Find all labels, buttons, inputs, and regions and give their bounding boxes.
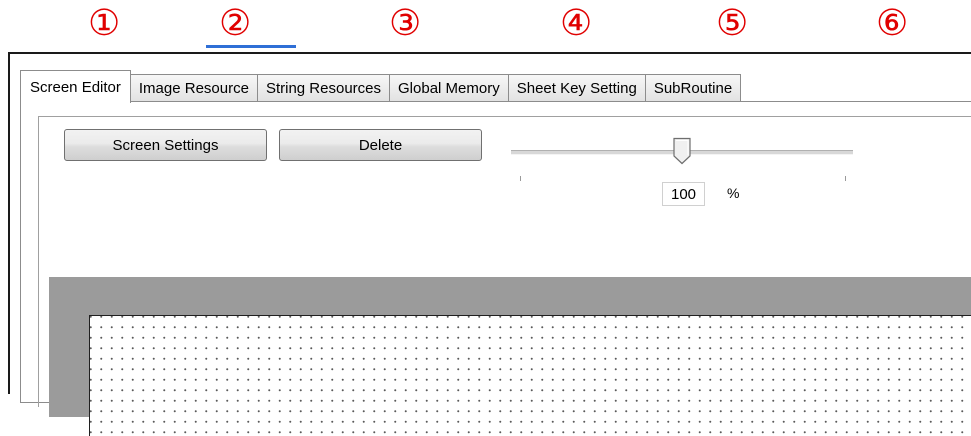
callout-5: ⑤ <box>716 3 749 44</box>
zoom-slider-tick-max <box>845 176 846 181</box>
zoom-slider-thumb[interactable] <box>672 137 692 165</box>
callout-1: ① <box>88 3 121 44</box>
callout-6: ⑥ <box>876 3 909 44</box>
zoom-unit-label: % <box>727 185 740 201</box>
tab-strip: Screen Editor Image Resource String Reso… <box>20 70 742 103</box>
tab-subroutine[interactable]: SubRoutine <box>645 74 742 102</box>
zoom-slider-tick-min <box>520 176 521 181</box>
tab-sheet-key-setting[interactable]: Sheet Key Setting <box>508 74 646 102</box>
selection-highlight-mark <box>206 45 296 48</box>
screen-canvas-grid[interactable] <box>89 315 971 436</box>
canvas-workspace <box>49 277 971 436</box>
tab-page-screen-editor: Screen Settings Delete 100 % <box>20 101 971 436</box>
callout-3: ③ <box>389 3 422 44</box>
callout-2: ② <box>219 3 252 44</box>
tab-screen-editor[interactable]: Screen Editor <box>20 70 131 103</box>
tab-string-resources[interactable]: String Resources <box>257 74 391 102</box>
tab-image-resource[interactable]: Image Resource <box>130 74 258 102</box>
callout-4: ④ <box>560 3 593 44</box>
editor-window: Screen Editor Image Resource String Reso… <box>8 52 971 436</box>
tab-global-memory[interactable]: Global Memory <box>390 74 509 102</box>
zoom-value-field[interactable]: 100 <box>662 182 705 206</box>
delete-button[interactable]: Delete <box>279 129 482 161</box>
screen-settings-button[interactable]: Screen Settings <box>64 129 267 161</box>
